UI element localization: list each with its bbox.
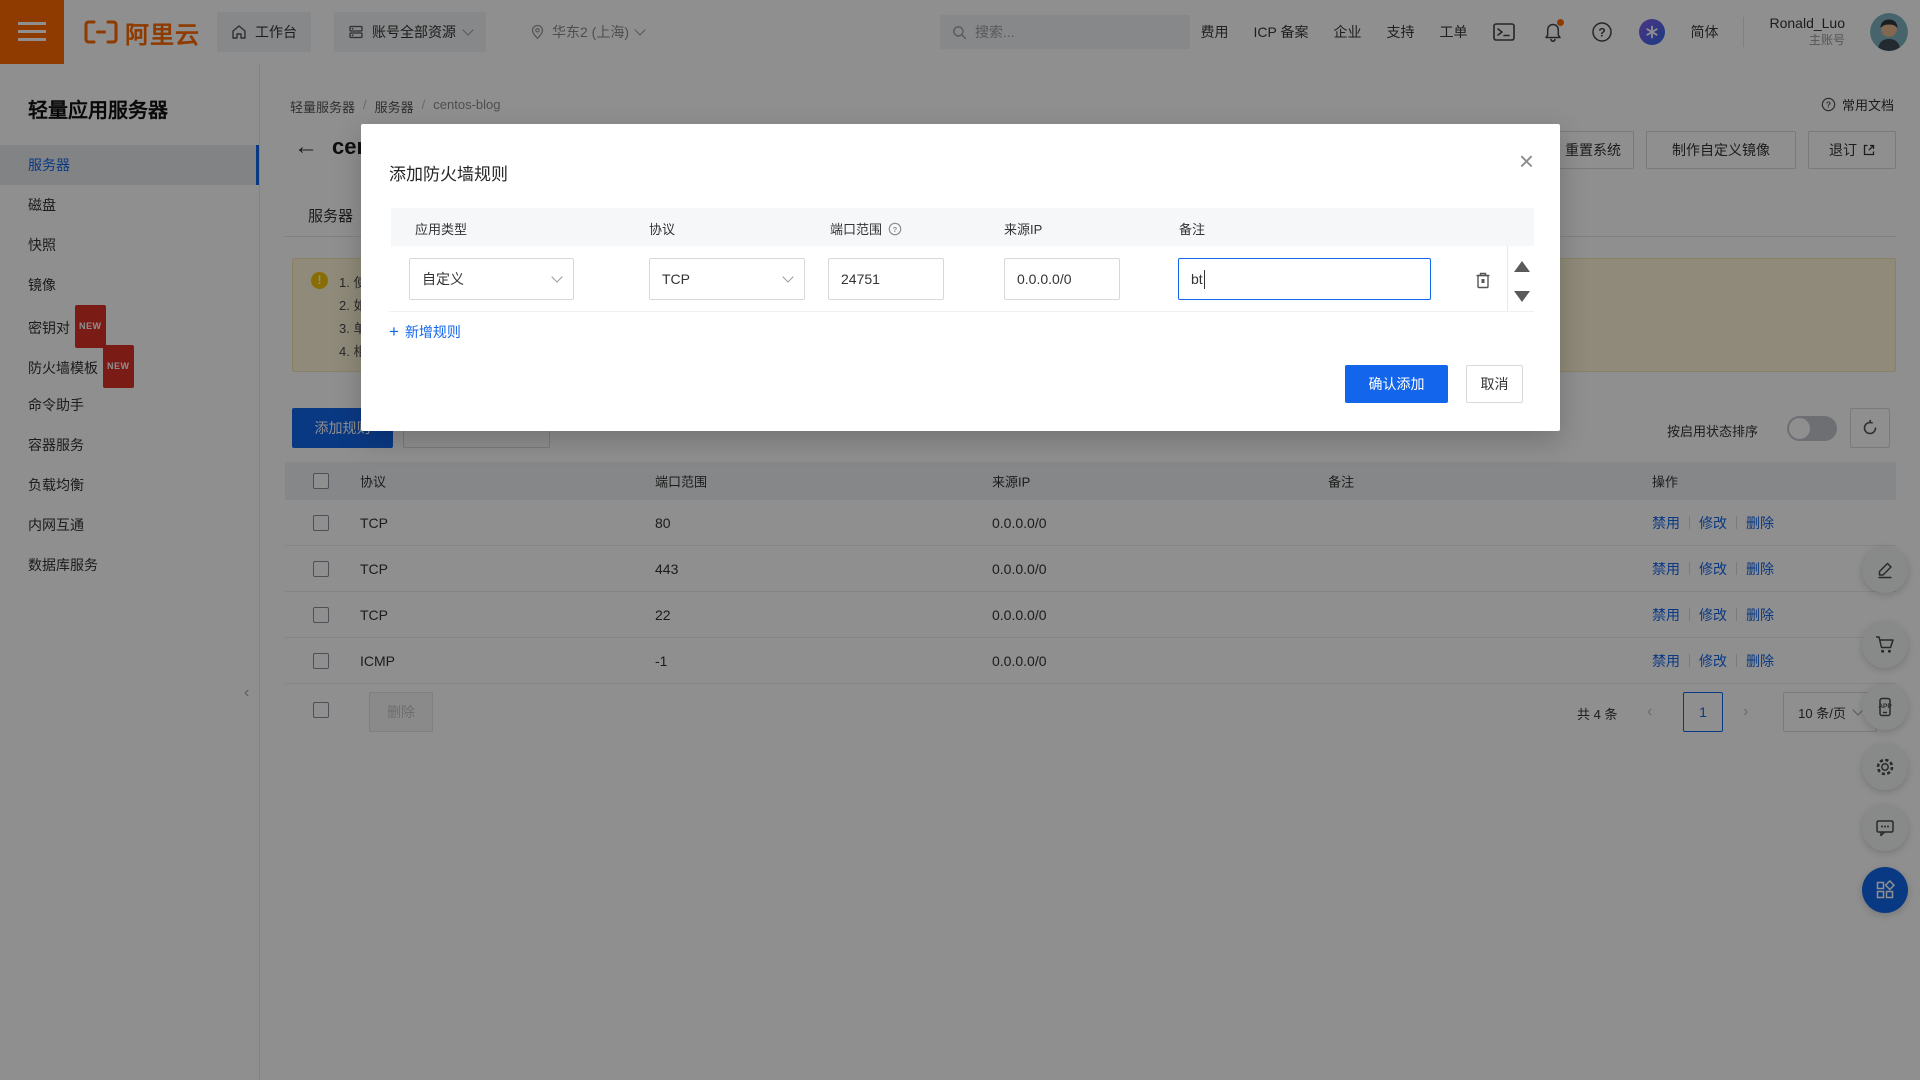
label-port-range: 端口范围 ? xyxy=(830,219,902,238)
confirm-add-button[interactable]: 确认添加 xyxy=(1345,365,1448,403)
move-rule-down-icon[interactable] xyxy=(1514,291,1530,302)
close-icon[interactable]: × xyxy=(1519,148,1534,174)
delete-row-trash-icon[interactable] xyxy=(1471,267,1495,291)
label-remark: 备注 xyxy=(1179,219,1205,238)
add-firewall-rule-dialog: 添加防火墙规则 × 应用类型 协议 端口范围 ? 来源IP 备注 自定义 TCP… xyxy=(361,124,1560,431)
add-new-rule-link[interactable]: + 新增规则 xyxy=(389,322,461,342)
plus-icon: + xyxy=(389,322,399,342)
app-type-select[interactable]: 自定义 xyxy=(409,258,574,300)
chevron-down-icon xyxy=(551,271,562,282)
move-rule-up-icon[interactable] xyxy=(1514,261,1530,272)
label-source-ip: 来源IP xyxy=(1004,219,1042,238)
svg-text:?: ? xyxy=(893,224,898,233)
remark-input[interactable]: bt xyxy=(1178,258,1431,300)
text-cursor xyxy=(1204,270,1206,289)
dialog-title: 添加防火墙规则 xyxy=(389,160,508,185)
cancel-button[interactable]: 取消 xyxy=(1466,365,1523,403)
label-protocol: 协议 xyxy=(649,219,675,238)
source-ip-input[interactable] xyxy=(1004,258,1120,300)
divider xyxy=(389,311,1534,312)
port-help-icon[interactable]: ? xyxy=(888,222,902,236)
divider xyxy=(1507,246,1508,311)
port-range-input[interactable] xyxy=(828,258,944,300)
protocol-select[interactable]: TCP xyxy=(649,258,805,300)
chevron-down-icon xyxy=(782,271,793,282)
label-app-type: 应用类型 xyxy=(415,219,467,238)
dialog-form-header: 应用类型 协议 端口范围 ? 来源IP 备注 xyxy=(391,208,1534,246)
